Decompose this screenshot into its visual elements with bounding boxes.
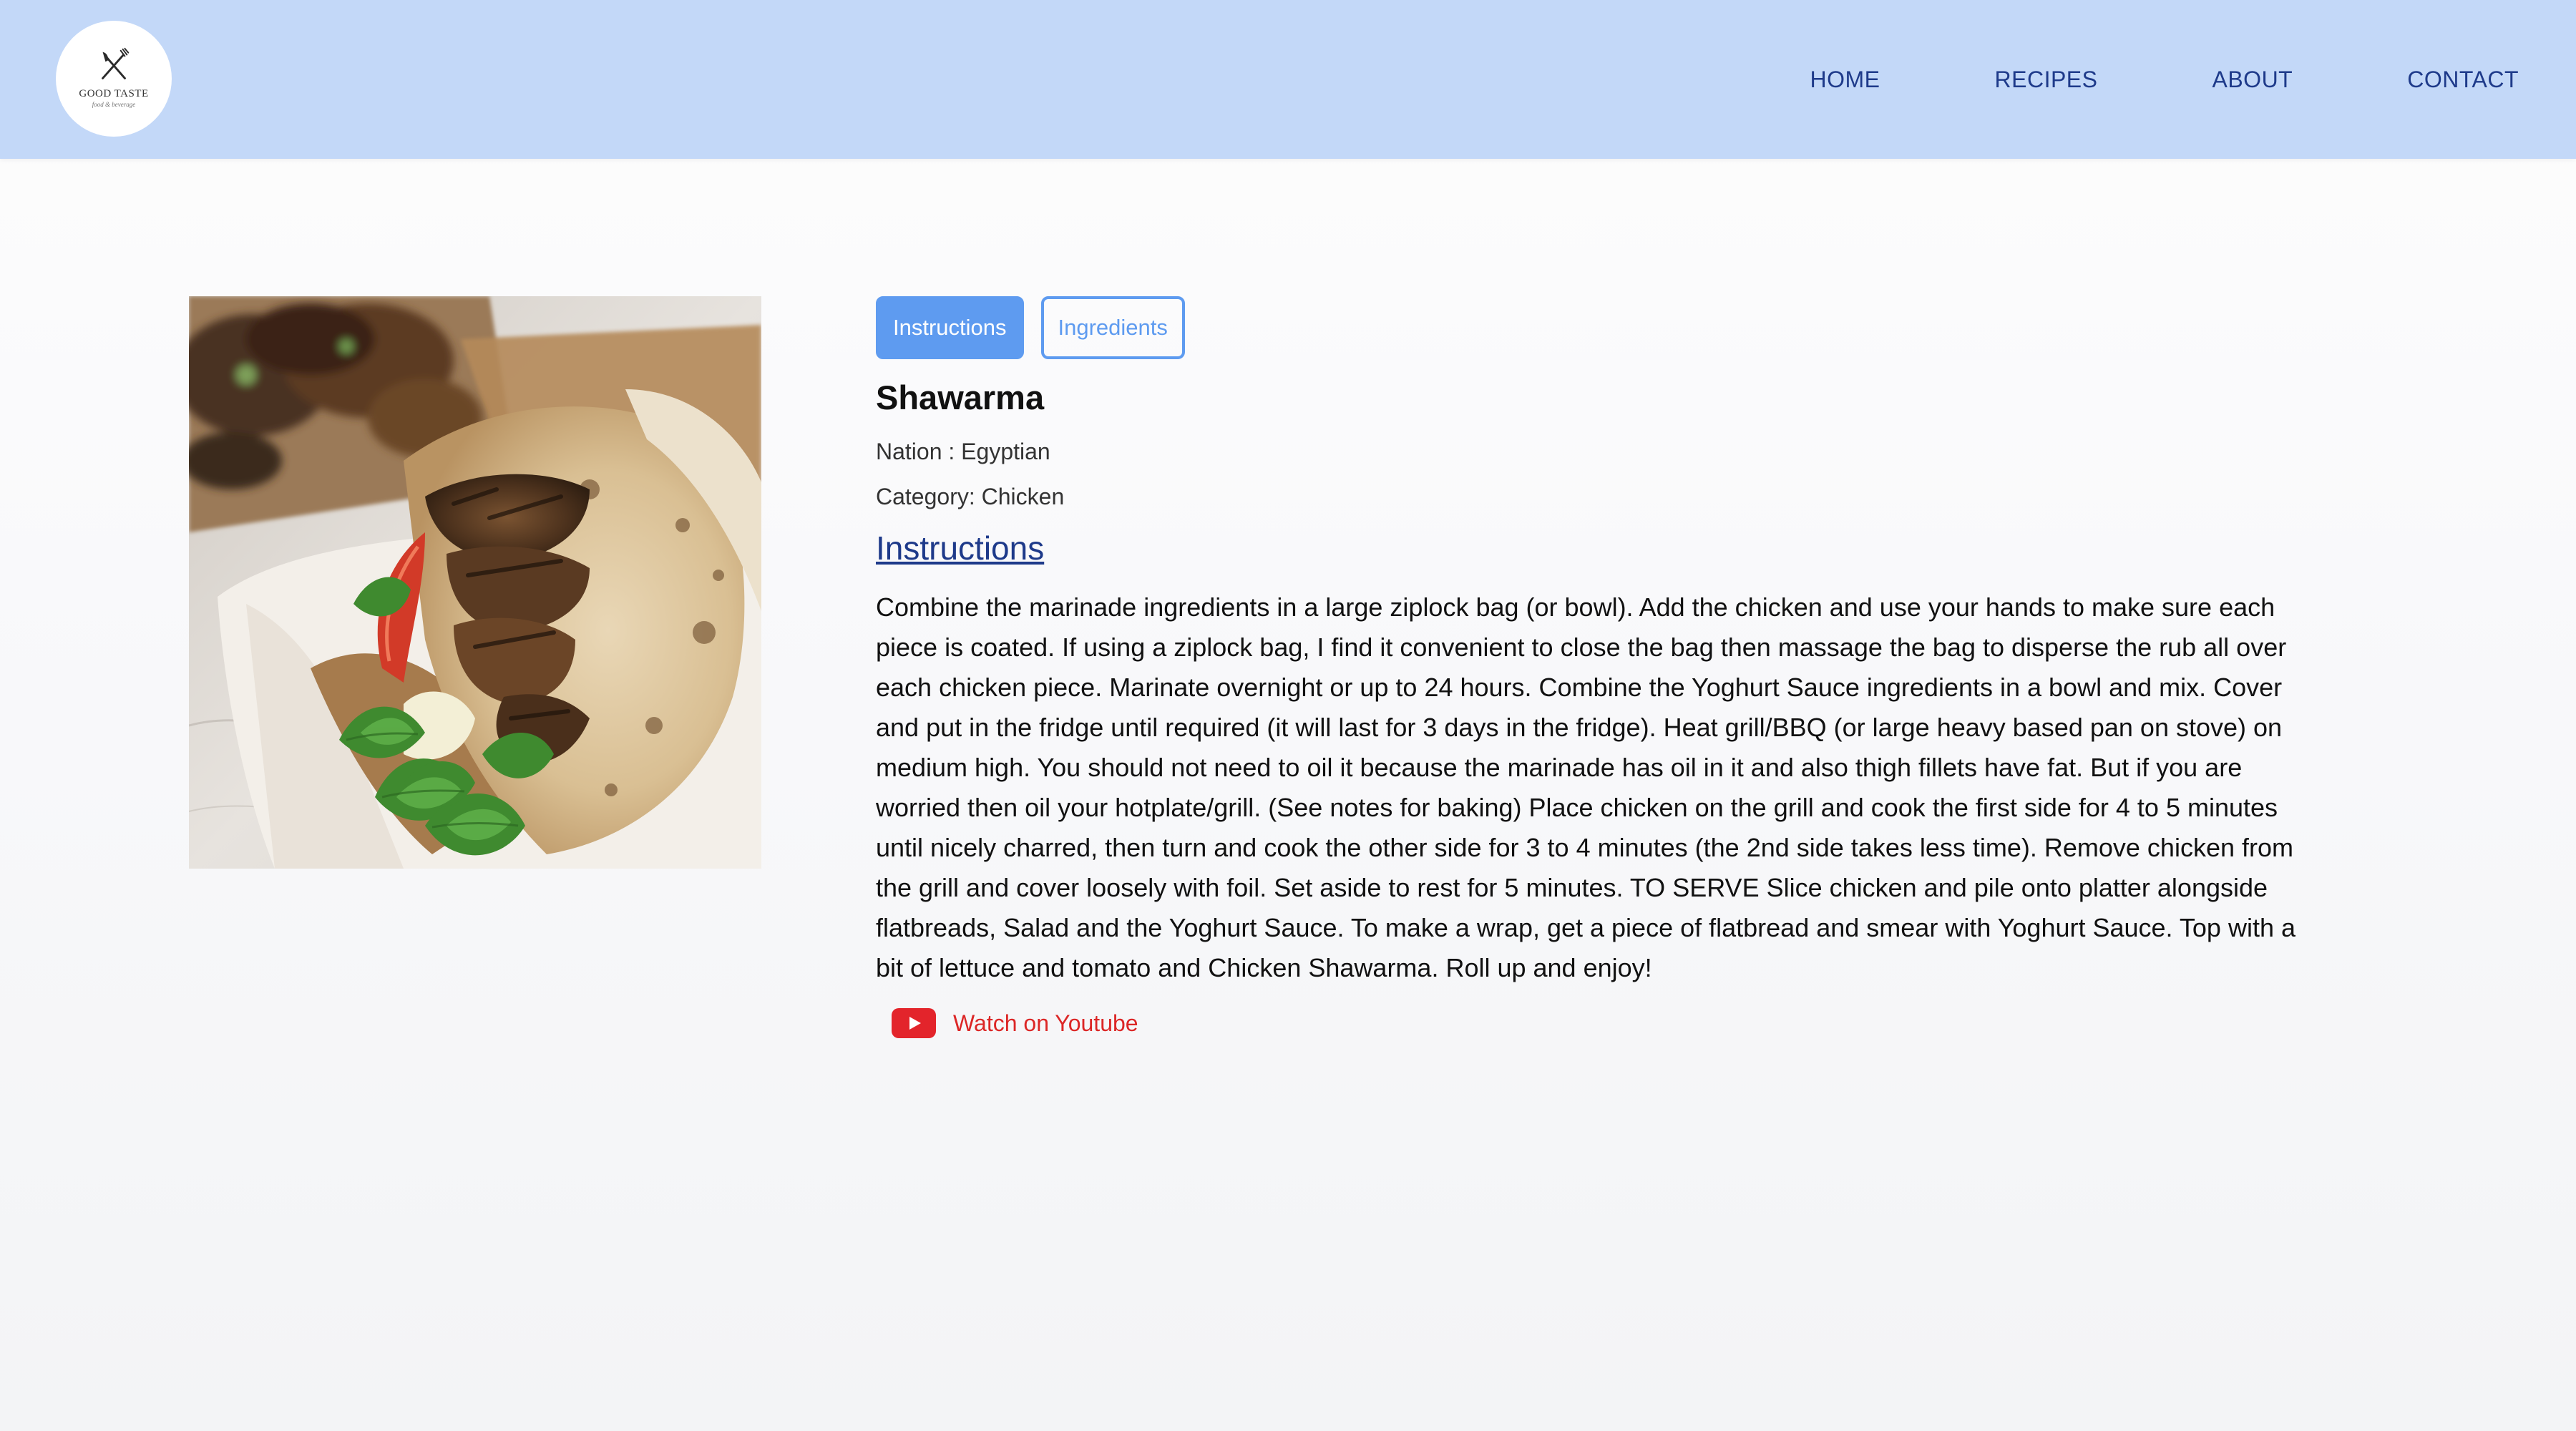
shawarma-photo: [189, 296, 761, 869]
tab-ingredients[interactable]: Ingredients: [1040, 296, 1185, 359]
recipe-details: Instructions Ingredients Shawarma Nation…: [876, 296, 2321, 1038]
navbar: GOOD TASTE food & beverage HOME RECIPES …: [0, 0, 2576, 159]
youtube-label: Watch on Youtube: [953, 1010, 1138, 1036]
nav-contact[interactable]: CONTACT: [2407, 67, 2519, 93]
recipe-category: Category: Chicken: [876, 484, 1065, 509]
recipe-image: [189, 296, 761, 869]
nav-about[interactable]: ABOUT: [2212, 67, 2293, 93]
watch-on-youtube-link[interactable]: Watch on Youtube: [892, 1008, 2321, 1038]
tab-instructions[interactable]: Instructions: [876, 296, 1024, 359]
fork-knife-icon: [102, 47, 130, 79]
recipe-title: Shawarma: [876, 378, 1045, 416]
brand-tagline: food & beverage: [92, 101, 136, 108]
instructions-heading-link[interactable]: Instructions: [876, 529, 1044, 567]
nav-home[interactable]: HOME: [1810, 67, 1880, 93]
instructions-text: Combine the marinade ingredients in a la…: [876, 592, 2296, 982]
recipe-tabs: Instructions Ingredients: [876, 296, 2321, 359]
nav-recipes[interactable]: RECIPES: [1995, 67, 2098, 93]
recipe-nation: Nation : Egyptian: [876, 439, 1050, 464]
brand-name: GOOD TASTE: [79, 88, 149, 99]
logo[interactable]: GOOD TASTE food & beverage: [56, 21, 172, 137]
main-nav: HOME RECIPES ABOUT CONTACT: [1810, 0, 2519, 159]
youtube-icon: [892, 1008, 936, 1038]
